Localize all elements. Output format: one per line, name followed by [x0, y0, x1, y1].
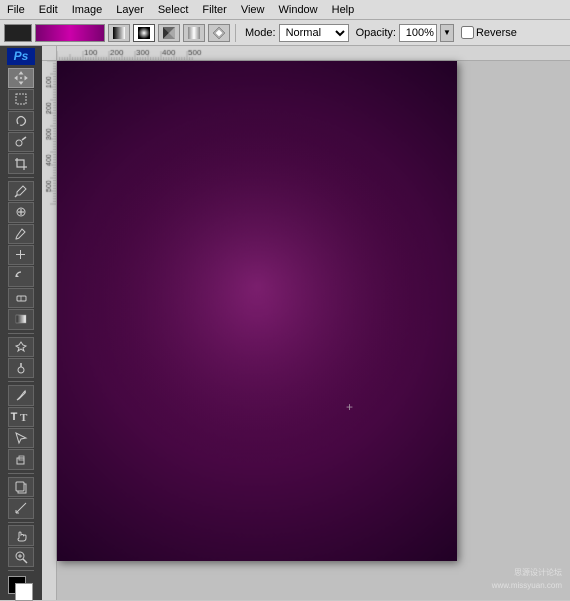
- gradient-linear-btn[interactable]: [108, 24, 130, 42]
- reverse-checkbox[interactable]: [461, 26, 474, 39]
- tool-healing[interactable]: [8, 202, 34, 222]
- menu-filter[interactable]: Filter: [195, 2, 233, 18]
- reverse-label: Reverse: [476, 27, 517, 39]
- tool-blur[interactable]: [8, 337, 34, 357]
- tool-clone[interactable]: [8, 245, 34, 265]
- ruler-corner: [42, 46, 57, 61]
- tool-hand[interactable]: [8, 525, 34, 545]
- tool-shape[interactable]: [8, 449, 34, 469]
- tool-pen[interactable]: [8, 385, 34, 405]
- tool-text[interactable]: T T: [8, 407, 34, 427]
- menu-layer[interactable]: Layer: [109, 2, 151, 18]
- tool-brush[interactable]: [8, 224, 34, 244]
- toolbox-separator-2: [8, 333, 34, 334]
- gradient-radial-btn[interactable]: [133, 24, 155, 42]
- toolbox: Ps: [0, 46, 42, 600]
- tool-zoom[interactable]: [8, 547, 34, 567]
- menu-image[interactable]: Image: [65, 2, 110, 18]
- reverse-checkbox-area: Reverse: [461, 26, 517, 39]
- tool-notes[interactable]: [8, 477, 34, 497]
- toolbar-separator-1: [235, 24, 236, 42]
- tool-quick-select[interactable]: [8, 132, 34, 152]
- opacity-input[interactable]: [399, 24, 437, 42]
- tool-history-brush[interactable]: [8, 266, 34, 286]
- tool-measure[interactable]: [8, 498, 34, 518]
- toolbar: Mode: Normal Dissolve Multiply Opacity: …: [0, 20, 570, 46]
- mode-label: Mode:: [245, 27, 276, 39]
- color-swatch[interactable]: [4, 24, 32, 42]
- ps-logo: Ps: [7, 48, 35, 65]
- main-area: Ps: [0, 46, 570, 600]
- menu-window[interactable]: Window: [272, 2, 325, 18]
- tool-path-select[interactable]: [8, 428, 34, 448]
- tool-crop[interactable]: [8, 153, 34, 173]
- background-color-box[interactable]: [15, 583, 33, 601]
- tool-eyedropper[interactable]: [8, 181, 34, 201]
- ruler-vertical: [42, 61, 57, 600]
- canvas-wrapper: 思源设计论坛 www.missyuan.com +: [42, 46, 570, 600]
- color-boxes: [8, 576, 34, 598]
- menubar: File Edit Image Layer Select Filter View…: [0, 0, 570, 20]
- tool-eraser[interactable]: [8, 288, 34, 308]
- menu-edit[interactable]: Edit: [32, 2, 65, 18]
- menu-view[interactable]: View: [234, 2, 272, 18]
- menu-help[interactable]: Help: [325, 2, 362, 18]
- tool-lasso[interactable]: [8, 111, 34, 131]
- ruler-horizontal: [57, 46, 570, 61]
- opacity-label: Opacity:: [356, 27, 396, 39]
- toolbox-separator-5: [8, 522, 34, 523]
- gradient-angle-btn[interactable]: [158, 24, 180, 42]
- opacity-arrow-btn[interactable]: ▼: [440, 24, 454, 42]
- photoshop-canvas[interactable]: [57, 61, 457, 561]
- tool-move[interactable]: [8, 68, 34, 88]
- toolbox-separator-3: [8, 381, 34, 382]
- svg-text:T: T: [20, 412, 28, 424]
- watermark: 思源设计论坛 www.missyuan.com: [492, 566, 562, 592]
- tool-gradient[interactable]: [8, 309, 34, 329]
- toolbox-separator-1: [8, 177, 34, 178]
- tool-dodge[interactable]: [8, 358, 34, 378]
- menu-file[interactable]: File: [0, 2, 32, 18]
- menu-select[interactable]: Select: [151, 2, 196, 18]
- gradient-diamond-btn[interactable]: [208, 24, 230, 42]
- gradient-reflected-btn[interactable]: [183, 24, 205, 42]
- toolbox-separator-6: [8, 570, 34, 571]
- toolbox-separator-4: [8, 473, 34, 474]
- mode-dropdown[interactable]: Normal Dissolve Multiply: [279, 24, 349, 42]
- gradient-preview[interactable]: [35, 24, 105, 42]
- tool-marquee[interactable]: [8, 89, 34, 109]
